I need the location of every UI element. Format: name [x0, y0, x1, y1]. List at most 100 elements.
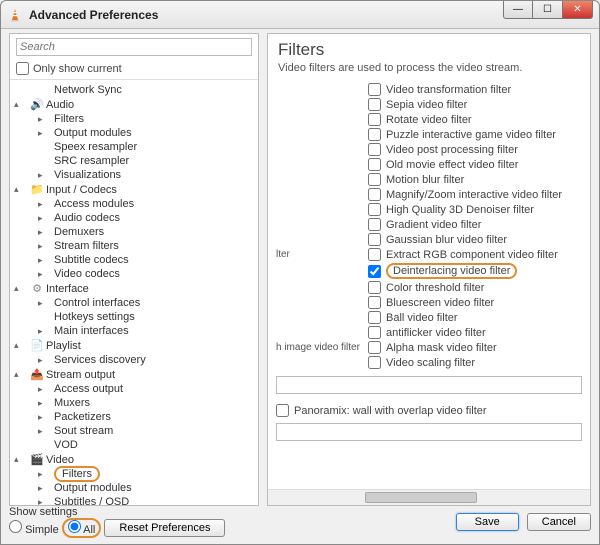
filter-checkbox[interactable] — [368, 341, 381, 354]
tree-item-interface[interactable]: ▴⚙Interface — [10, 281, 258, 296]
reset-preferences-button[interactable]: Reset Preferences — [104, 519, 225, 537]
filter-row: Motion blur filter — [268, 172, 590, 187]
filter-checkbox[interactable] — [368, 233, 381, 246]
tree-item-demuxers[interactable]: ▸Demuxers — [10, 225, 258, 239]
panoramix-textbox[interactable] — [276, 423, 582, 441]
tree-item-video-codecs[interactable]: ▸Video codecs — [10, 267, 258, 281]
tree-item-sout-stream[interactable]: ▸ Sout stream — [10, 424, 258, 438]
tree-item-input-codecs[interactable]: ▴📁Input / Codecs — [10, 182, 258, 197]
tree-item-subtitle-codecs[interactable]: ▸Subtitle codecs — [10, 253, 258, 267]
filter-checkbox[interactable] — [368, 281, 381, 294]
filter-checkbox[interactable] — [368, 248, 381, 261]
tree-item-access-output[interactable]: ▸Access output — [10, 382, 258, 396]
tree-item-visualizations[interactable]: ▸ Visualizations — [10, 168, 258, 182]
filter-checkbox[interactable] — [368, 173, 381, 186]
expand-icon[interactable]: ▸ — [38, 384, 47, 393]
tree-item-output-modules[interactable]: ▸Output modules — [10, 481, 258, 495]
expand-icon[interactable]: ▸ — [38, 355, 47, 364]
simple-radio[interactable] — [9, 520, 22, 533]
horizontal-scrollbar[interactable] — [268, 489, 590, 505]
filter-checkbox[interactable] — [368, 326, 381, 339]
filter-checkbox[interactable] — [368, 158, 381, 171]
expand-icon[interactable]: ▸ — [38, 398, 47, 407]
expand-icon[interactable]: ▸ — [38, 255, 47, 264]
expand-icon[interactable]: ▴ — [14, 340, 23, 349]
tree-item-label: Sout stream — [54, 425, 113, 437]
category-tree[interactable]: Network Sync▴🔊Audio▸Filters▸Output modul… — [10, 79, 258, 505]
expand-icon[interactable]: ▸ — [38, 227, 47, 236]
filter-checkbox[interactable] — [368, 203, 381, 216]
all-radio[interactable] — [68, 520, 81, 533]
tree-item-network-sync[interactable]: Network Sync — [10, 83, 258, 97]
expand-icon[interactable]: ▸ — [38, 412, 47, 421]
tree-item-vod[interactable]: VOD — [10, 438, 258, 452]
filter-chain-textbox[interactable] — [276, 376, 582, 394]
panoramix-checkbox[interactable] — [276, 404, 289, 417]
expand-icon[interactable]: ▸ — [38, 269, 47, 278]
all-radio-label[interactable]: All — [68, 520, 96, 536]
filter-checkbox[interactable] — [368, 188, 381, 201]
expand-icon[interactable]: ▸ — [38, 426, 47, 435]
expand-icon[interactable]: ▴ — [14, 369, 23, 378]
filter-checkbox[interactable] — [368, 128, 381, 141]
tree-item-subtitles-osd[interactable]: ▸Subtitles / OSD — [10, 495, 258, 505]
tree-item-output-modules[interactable]: ▸Output modules — [10, 126, 258, 140]
filter-row: Gradient video filter — [268, 217, 590, 232]
maximize-button[interactable]: ☐ — [533, 1, 563, 19]
expand-icon[interactable]: ▸ — [38, 298, 47, 307]
expand-icon[interactable]: ▸ — [38, 213, 47, 222]
expand-icon[interactable]: ▸ — [38, 128, 47, 137]
cancel-button[interactable]: Cancel — [527, 513, 591, 531]
filter-label: Alpha mask video filter — [386, 342, 497, 354]
filter-checkbox[interactable] — [368, 311, 381, 324]
tree-item-stream-filters[interactable]: ▸Stream filters — [10, 239, 258, 253]
tree-item-video[interactable]: ▴🎬Video — [10, 452, 258, 467]
filter-row: Bluescreen video filter — [268, 295, 590, 310]
filter-checkbox[interactable] — [368, 265, 381, 278]
expand-icon[interactable]: ▸ — [38, 326, 47, 335]
tree-item-access-modules[interactable]: ▸Access modules — [10, 197, 258, 211]
filter-checkbox[interactable] — [368, 98, 381, 111]
tree-item-filters[interactable]: ▸Filters — [10, 467, 258, 481]
save-button[interactable]: Save — [456, 513, 519, 531]
titlebar[interactable]: Advanced Preferences — ☐ ✕ — [1, 1, 599, 29]
filter-checkbox[interactable] — [368, 356, 381, 369]
filter-checkbox[interactable] — [368, 296, 381, 309]
expand-icon[interactable]: ▸ — [38, 241, 47, 250]
filter-checkbox[interactable] — [368, 83, 381, 96]
tree-item-src-resampler[interactable]: SRC resampler — [10, 154, 258, 168]
expand-icon[interactable]: ▴ — [14, 99, 23, 108]
expand-icon[interactable]: ▸ — [38, 170, 47, 179]
only-show-current-checkbox[interactable] — [16, 62, 29, 75]
tree-item-control-interfaces[interactable]: ▸Control interfaces — [10, 296, 258, 310]
tree-item-playlist[interactable]: ▴📄Playlist — [10, 338, 258, 353]
tree-item-hotkeys-settings[interactable]: Hotkeys settings — [10, 310, 258, 324]
tree-item-speex-resampler[interactable]: Speex resampler — [10, 140, 258, 154]
filter-checkbox[interactable] — [368, 113, 381, 126]
expand-icon[interactable]: ▴ — [14, 454, 23, 463]
expand-icon[interactable]: ▴ — [14, 283, 23, 292]
close-button[interactable]: ✕ — [563, 1, 593, 19]
expand-icon[interactable]: ▴ — [14, 184, 23, 193]
tree-item-filters[interactable]: ▸Filters — [10, 112, 258, 126]
filter-checkbox[interactable] — [368, 143, 381, 156]
search-input[interactable] — [16, 38, 252, 56]
expand-icon[interactable]: ▸ — [38, 497, 47, 505]
minimize-button[interactable]: — — [503, 1, 533, 19]
tree-item-muxers[interactable]: ▸Muxers — [10, 396, 258, 410]
tree-item-stream-output[interactable]: ▴📤Stream output — [10, 367, 258, 382]
tree-item-label: Visualizations — [54, 169, 121, 181]
tree-item-audio[interactable]: ▴🔊Audio — [10, 97, 258, 112]
tree-item-packetizers[interactable]: ▸Packetizers — [10, 410, 258, 424]
expand-icon[interactable]: ▸ — [38, 469, 47, 478]
tree-item-audio-codecs[interactable]: ▸Audio codecs — [10, 211, 258, 225]
tree-item-main-interfaces[interactable]: ▸Main interfaces — [10, 324, 258, 338]
expand-icon[interactable]: ▸ — [38, 483, 47, 492]
tree-item-services-discovery[interactable]: ▸Services discovery — [10, 353, 258, 367]
filter-checkbox[interactable] — [368, 218, 381, 231]
category-icon: 🎬 — [30, 453, 44, 466]
filter-row: Color threshold filter — [268, 280, 590, 295]
expand-icon[interactable]: ▸ — [38, 114, 47, 123]
simple-radio-label[interactable]: Simple — [9, 520, 59, 536]
expand-icon[interactable]: ▸ — [38, 199, 47, 208]
